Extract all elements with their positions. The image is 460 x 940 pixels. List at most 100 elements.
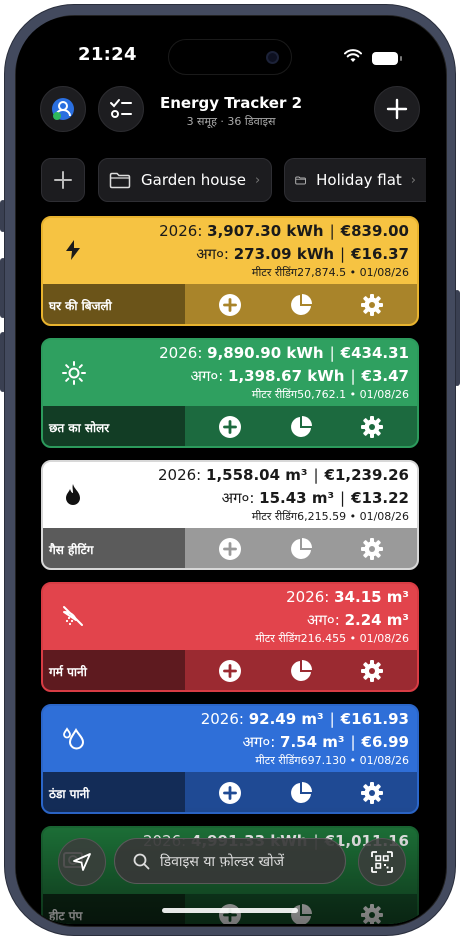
meter-reading-row: मीटर रीडिंग50,762.1 • 01/08/26 bbox=[252, 387, 409, 402]
add-reading-button[interactable] bbox=[218, 415, 242, 439]
reading-value: 6,215.59 bbox=[297, 510, 347, 523]
statistics-button[interactable] bbox=[289, 537, 313, 561]
statistics-button[interactable] bbox=[289, 659, 313, 683]
device-card[interactable]: 2026: 9,890.90 kWh | €434.31 अग०: 1,398.67 … bbox=[41, 338, 419, 448]
reading-date: • 01/08/26 bbox=[349, 266, 409, 279]
checklist-icon bbox=[110, 99, 132, 118]
folder-icon bbox=[295, 176, 306, 184]
card-summary: 2026: 34.15 m³ अग०: 2.24 m³ मीटर रीडिंग216… bbox=[43, 584, 417, 650]
previous-value: 7.54 m³ bbox=[280, 733, 345, 751]
card-summary: 2026: 3,907.30 kWh | €839.00 अग०: 273.09 kW… bbox=[43, 218, 417, 284]
device-name: गैस हीटिंग bbox=[43, 528, 185, 568]
previous-label: अग०: bbox=[190, 367, 224, 385]
status-bar: 21:24 bbox=[16, 16, 444, 76]
year-cost: €839.00 bbox=[340, 222, 409, 240]
search-placeholder: डिवाइस या फ़ोल्डर खोजें bbox=[160, 853, 285, 870]
year-value: 1,558.04 m³ bbox=[206, 466, 308, 484]
device-name: छत का सोलर bbox=[43, 406, 185, 446]
add-reading-button[interactable] bbox=[218, 293, 242, 317]
previous-cost: €13.22 bbox=[351, 489, 409, 507]
pie-chart-icon bbox=[289, 294, 313, 321]
search-icon bbox=[133, 853, 150, 869]
device-card[interactable]: 2026: 34.15 m³ अग०: 2.24 m³ मीटर रीडिंग216… bbox=[41, 582, 419, 692]
year-value: 3,907.30 kWh bbox=[207, 222, 324, 240]
year-row: 2026: 3,907.30 kWh | €839.00 bbox=[159, 222, 409, 240]
settings-button[interactable] bbox=[360, 659, 384, 683]
status-time: 21:24 bbox=[78, 44, 137, 65]
pie-chart-icon bbox=[289, 416, 313, 443]
account-button[interactable] bbox=[40, 86, 86, 132]
add-device-button[interactable] bbox=[374, 86, 420, 132]
reading-value: 697.130 bbox=[300, 754, 347, 767]
app-screen: 21:24 Energy Tracker 2 3 समूह · 36 डिवाइ… bbox=[16, 16, 444, 924]
separator: | bbox=[350, 367, 356, 385]
qr-scan-button[interactable] bbox=[358, 838, 406, 886]
previous-value: 2.24 m³ bbox=[344, 611, 409, 629]
plus-circle-icon bbox=[218, 294, 242, 321]
separator: | bbox=[340, 489, 346, 507]
previous-value: 15.43 m³ bbox=[259, 489, 335, 507]
year-label: 2026: bbox=[158, 466, 202, 484]
chevron-right-icon: › bbox=[254, 172, 261, 188]
card-footer: घर की बिजली bbox=[43, 284, 417, 324]
separator: | bbox=[329, 710, 335, 728]
previous-row: अग०: 273.09 kWh | €16.37 bbox=[196, 244, 409, 264]
meter-reading-row: मीटर रीडिंग216.455 • 01/08/26 bbox=[255, 631, 409, 646]
previous-row: अग०: 15.43 m³ | €13.22 bbox=[222, 488, 409, 508]
checklist-button[interactable] bbox=[98, 86, 144, 132]
card-summary: 2026: 1,558.04 m³ | €1,239.26 अग०: 15.43 m³… bbox=[43, 462, 417, 528]
year-label: 2026: bbox=[286, 588, 330, 606]
settings-button[interactable] bbox=[360, 781, 384, 805]
plus-icon bbox=[54, 171, 72, 189]
gear-icon bbox=[360, 660, 384, 687]
flame-icon bbox=[61, 482, 85, 506]
location-arrow-icon bbox=[73, 853, 91, 871]
folder-chip-garden-house[interactable]: Garden house › bbox=[98, 158, 272, 202]
statistics-button[interactable] bbox=[289, 781, 313, 805]
device-card[interactable]: 2026: 1,558.04 m³ | €1,239.26 अग०: 15.43 m³… bbox=[41, 460, 419, 570]
previous-value: 273.09 kWh bbox=[233, 245, 335, 263]
gear-icon bbox=[360, 294, 384, 321]
app-title: Energy Tracker 2 bbox=[159, 94, 303, 112]
qr-scan-icon bbox=[371, 851, 393, 873]
gear-icon bbox=[360, 416, 384, 443]
meter-reading-row: मीटर रीडिंग6,215.59 • 01/08/26 bbox=[252, 509, 409, 524]
settings-button[interactable] bbox=[360, 537, 384, 561]
card-actions bbox=[185, 528, 417, 568]
card-summary: 2026: 92.49 m³ | €161.93 अग०: 7.54 m³ | €6.99… bbox=[43, 706, 417, 772]
previous-cost: €6.99 bbox=[361, 733, 409, 751]
reading-value: 27,874.5 bbox=[297, 266, 347, 279]
plus-circle-icon bbox=[218, 416, 242, 443]
add-reading-button[interactable] bbox=[218, 537, 242, 561]
year-cost: €161.93 bbox=[340, 710, 409, 728]
previous-row: अग०: 1,398.67 kWh | €3.47 bbox=[190, 366, 409, 386]
reading-date: • 01/08/26 bbox=[349, 388, 409, 401]
year-row: 2026: 1,558.04 m³ | €1,239.26 bbox=[158, 466, 409, 484]
reading-label: मीटर रीडिंग bbox=[255, 632, 301, 645]
add-folder-button[interactable] bbox=[41, 158, 85, 202]
separator: | bbox=[313, 466, 319, 484]
statistics-button[interactable] bbox=[289, 415, 313, 439]
settings-button[interactable] bbox=[360, 415, 384, 439]
reading-date: • 01/08/26 bbox=[349, 754, 409, 767]
previous-label: अग०: bbox=[307, 611, 340, 629]
folder-chip-holiday-flat[interactable]: Holiday flat › bbox=[284, 158, 426, 202]
previous-label: अग०: bbox=[221, 489, 255, 507]
add-reading-button[interactable] bbox=[218, 659, 242, 683]
reading-value: 50,762.1 bbox=[297, 388, 347, 401]
gear-icon bbox=[360, 538, 384, 565]
search-input[interactable]: डिवाइस या फ़ोल्डर खोजें bbox=[114, 838, 346, 884]
previous-label: अग०: bbox=[242, 733, 276, 751]
plus-icon bbox=[386, 98, 408, 120]
separator: | bbox=[329, 344, 335, 362]
location-button[interactable] bbox=[58, 838, 106, 886]
device-card[interactable]: 2026: 92.49 m³ | €161.93 अग०: 7.54 m³ | €6.99… bbox=[41, 704, 419, 814]
add-reading-button[interactable] bbox=[218, 781, 242, 805]
year-cost: €434.31 bbox=[340, 344, 409, 362]
statistics-button[interactable] bbox=[289, 293, 313, 317]
year-label: 2026: bbox=[159, 344, 203, 362]
device-card[interactable]: 2026: 3,907.30 kWh | €839.00 अग०: 273.09 kW… bbox=[41, 216, 419, 326]
reading-label: मीटर रीडिंग bbox=[255, 754, 301, 767]
home-indicator bbox=[162, 908, 298, 913]
settings-button[interactable] bbox=[360, 293, 384, 317]
